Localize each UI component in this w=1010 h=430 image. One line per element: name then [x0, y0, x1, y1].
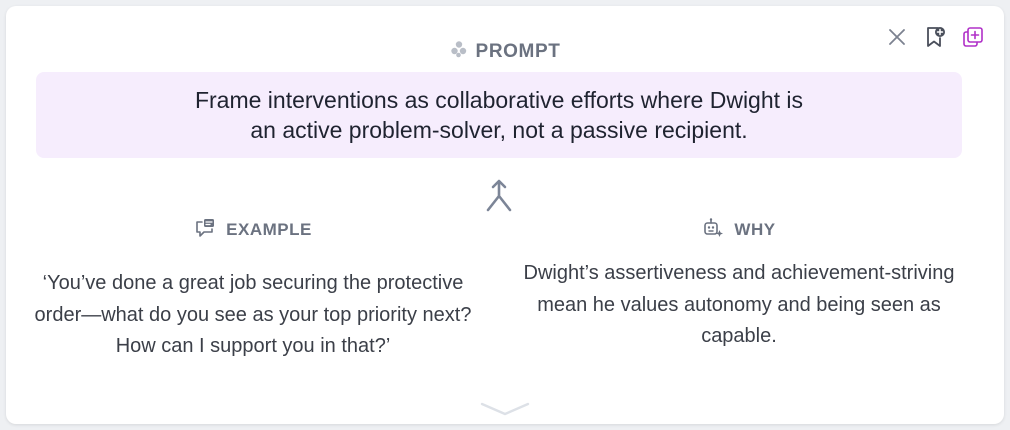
why-title: WHY [734, 220, 776, 239]
chat-bubble-icon [194, 217, 216, 244]
prompt-card: PROMPT Frame interventions as collaborat… [6, 6, 1004, 424]
prompt-text: Frame interventions as collaborative eff… [194, 87, 804, 143]
example-title: EXAMPLE [226, 220, 312, 239]
why-header: WHY [514, 217, 964, 244]
why-section: WHY Dwight’s assertiveness and achieveme… [514, 217, 964, 353]
dots-cluster-icon [450, 40, 468, 63]
example-text: ‘You’ve done a great job securing the pr… [34, 272, 472, 357]
prompt-box: Frame interventions as collaborative eff… [36, 72, 962, 158]
example-header: EXAMPLE [28, 218, 478, 242]
prompt-header: PROMPT [6, 40, 1004, 63]
close-icon[interactable] [886, 26, 908, 48]
prompt-title: PROMPT [475, 40, 561, 62]
chevron-down-icon[interactable] [480, 402, 530, 416]
bookmark-add-icon[interactable] [924, 26, 946, 48]
robot-sparkle-icon [702, 217, 724, 244]
why-text: Dwight’s assertiveness and achievement-s… [523, 262, 955, 347]
example-section: EXAMPLE ‘You’ve done a great job securin… [28, 218, 478, 363]
merge-arrow-icon [484, 178, 514, 214]
card-actions [886, 26, 984, 48]
copy-add-icon[interactable] [962, 26, 984, 48]
